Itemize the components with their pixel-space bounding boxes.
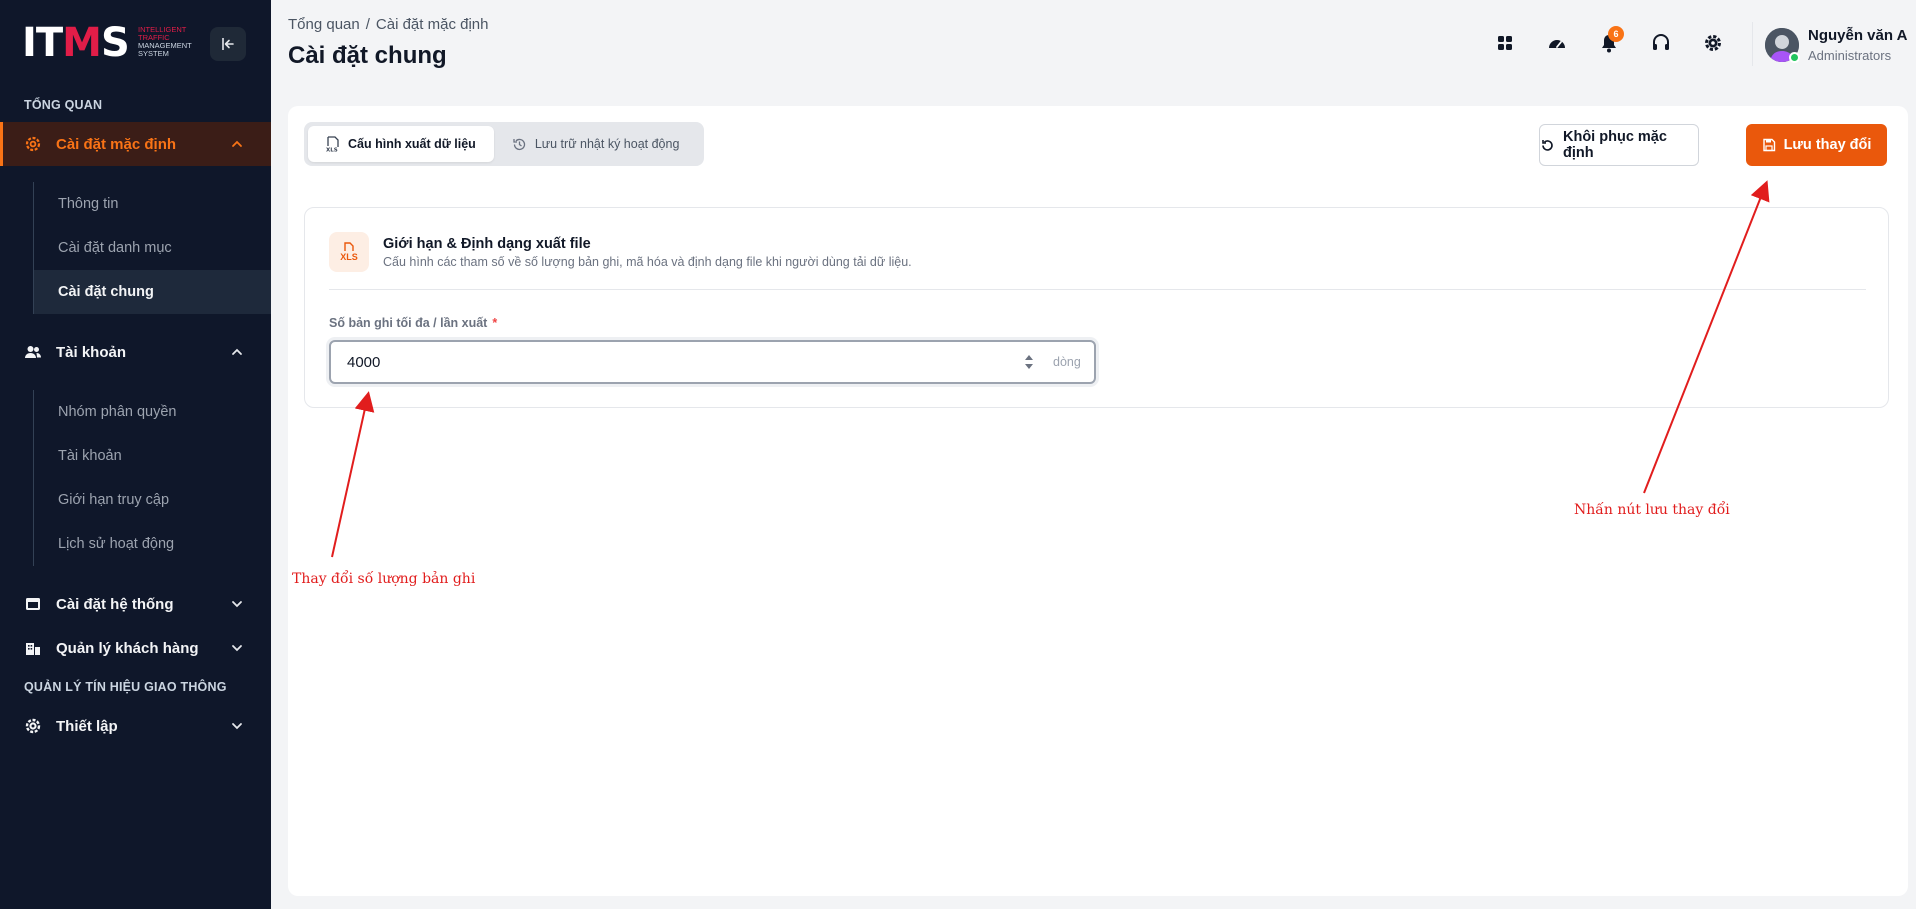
annotation-arrow-right: [1643, 180, 1770, 494]
annotation-arrows: [331, 180, 1770, 558]
annotation-arrow-left: [331, 391, 375, 558]
annotation-click-save: Nhấn nút lưu thay đổi: [1574, 502, 1730, 518]
annotation-change-records: Thay đổi số lượng bản ghi: [292, 571, 476, 587]
